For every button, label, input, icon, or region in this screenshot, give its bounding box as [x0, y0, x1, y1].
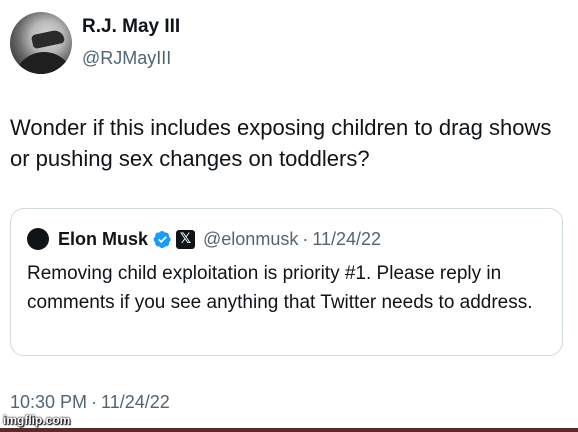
- tweet-screenshot: R.J. May III @RJMayIII Wonder if this in…: [0, 0, 578, 432]
- quoted-tweet-date[interactable]: 11/24/22: [312, 229, 381, 250]
- quoted-author-avatar[interactable]: [27, 228, 49, 250]
- quoted-author-handle[interactable]: @elonmusk: [203, 229, 298, 250]
- author-display-name[interactable]: R.J. May III: [82, 16, 180, 38]
- tweet-body: Wonder if this includes exposing childre…: [10, 115, 552, 171]
- quoted-tweet-card[interactable]: Elon Musk 𝕏 @elonmusk · 11/24/22 Removin…: [10, 208, 563, 356]
- author-handle[interactable]: @RJMayIII: [82, 48, 171, 69]
- imgflip-watermark: imgflip.com: [3, 413, 71, 427]
- avatar-hat: [30, 28, 66, 50]
- timestamp-separator: ·: [91, 392, 98, 412]
- avatar-figure: [14, 52, 72, 74]
- x-logo-icon: 𝕏: [176, 229, 196, 249]
- verified-badge-icon: [153, 230, 172, 249]
- tweet-date: 11/24/22: [101, 392, 170, 412]
- quoted-date-separator: ·: [302, 228, 309, 249]
- bottom-border: [0, 428, 578, 432]
- quoted-tweet-body: Removing child exploitation is priority …: [27, 263, 533, 313]
- tweet-time: 10:30 PM: [10, 392, 88, 412]
- author-avatar[interactable]: [10, 12, 72, 74]
- quoted-author-name[interactable]: Elon Musk: [58, 229, 148, 250]
- quoted-tweet-header: Elon Musk 𝕏 @elonmusk · 11/24/22: [27, 227, 381, 251]
- tweet-timestamp[interactable]: 10:30 PM · 11/24/22: [10, 392, 170, 413]
